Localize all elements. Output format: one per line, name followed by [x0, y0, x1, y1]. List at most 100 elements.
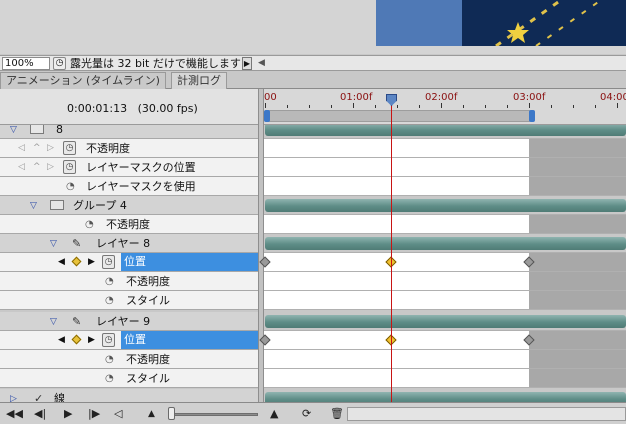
add-keyframe-icon[interactable]: ^ — [33, 161, 41, 174]
duration-bar[interactable] — [265, 392, 626, 402]
property-name: レイヤーマスクの位置 — [86, 161, 196, 174]
collapse-triangle-icon[interactable]: ▽ — [50, 316, 57, 328]
property-row[interactable]: ◔ レイヤーマスクを使用 — [0, 177, 626, 196]
layer-row[interactable]: ▽ ✎ レイヤー 8 — [0, 234, 626, 253]
status-menu-arrow-icon[interactable]: ▶ — [242, 57, 252, 70]
layer-track[interactable] — [264, 234, 626, 253]
zoom-field[interactable]: 100% — [2, 57, 50, 70]
stopwatch-icon[interactable]: ◔ — [105, 294, 117, 307]
stopwatch-icon[interactable]: ◔ — [85, 218, 97, 231]
time-ruler[interactable]: 00 01:00f 02:00f 03:00f 04:00 — [264, 89, 626, 125]
timeline-zoom-thumb[interactable] — [168, 407, 175, 420]
keyframe-toggle-icon[interactable] — [71, 256, 82, 267]
property-label-area: ◔ 不透明度 — [0, 215, 258, 234]
prev-keyframe-icon[interactable]: ◁ — [18, 161, 25, 174]
layer-name: 線 — [54, 392, 65, 402]
work-area-start-handle[interactable] — [264, 110, 270, 122]
collapse-triangle-icon[interactable]: ▽ — [10, 125, 17, 136]
property-label-area: ◔ スタイル — [0, 291, 258, 310]
property-track[interactable] — [264, 272, 626, 291]
work-area-bar[interactable] — [264, 110, 532, 122]
previous-frame-icon[interactable]: ◀| — [34, 407, 46, 421]
stopwatch-icon[interactable]: ◷ — [102, 333, 115, 347]
stopwatch-icon[interactable]: ◔ — [105, 275, 117, 288]
layer-row[interactable]: ▽ ✎ レイヤー 9 — [0, 312, 626, 331]
property-row[interactable]: ◔ 不透明度 — [0, 215, 626, 234]
ruler-tick — [529, 103, 530, 108]
property-row-selected[interactable]: ◀ ▶ ◷ 位置 — [0, 331, 626, 350]
property-row[interactable]: ◁ ^ ▷ ◷ レイヤーマスクの位置 — [0, 158, 626, 177]
first-frame-icon[interactable]: ◀◀ — [6, 407, 23, 421]
property-track[interactable] — [259, 253, 626, 272]
expand-triangle-icon[interactable]: ▷ — [10, 393, 17, 402]
next-keyframe-icon[interactable]: ▷ — [47, 161, 54, 174]
duration-bar[interactable] — [265, 199, 626, 212]
layer-row[interactable]: ▽ 8 — [0, 125, 626, 139]
stopwatch-icon[interactable]: ◷ — [63, 160, 76, 174]
property-track[interactable] — [264, 215, 626, 234]
property-row[interactable]: ◁ ^ ▷ ◷ 不透明度 — [0, 139, 626, 158]
property-row[interactable]: ◔ スタイル — [0, 291, 626, 310]
keyframe-toggle-icon[interactable] — [71, 334, 82, 345]
next-keyframe-icon[interactable]: ▶ — [88, 256, 95, 269]
brush-icon: ✎ — [72, 237, 82, 250]
property-label-area: ◁ ^ ▷ ◷ 不透明度 — [0, 139, 258, 158]
group-row[interactable]: ▽ グループ 4 — [0, 196, 626, 215]
prev-keyframe-icon[interactable]: ◁ — [18, 142, 25, 155]
duration-bar[interactable] — [265, 315, 626, 328]
prev-keyframe-icon[interactable]: ◀ — [58, 334, 65, 347]
play-icon[interactable]: ▶ — [64, 407, 72, 421]
property-track[interactable] — [259, 331, 626, 350]
current-time-indicator-line[interactable] — [391, 103, 392, 402]
stopwatch-icon[interactable]: ◔ — [105, 372, 117, 385]
canvas-art-graphic — [495, 0, 602, 46]
stopwatch-icon[interactable]: ◷ — [63, 141, 76, 155]
layer-row[interactable]: ▷ ✓ 線 — [0, 389, 626, 402]
scroll-left-icon[interactable]: ◀ — [258, 58, 265, 68]
work-area-end-handle[interactable] — [529, 110, 535, 122]
property-row-selected[interactable]: ◀ ▶ ◷ 位置 — [0, 253, 626, 272]
duration-bar[interactable] — [265, 237, 626, 250]
ruler-tick — [617, 103, 618, 108]
property-track[interactable] — [264, 369, 626, 388]
property-track[interactable] — [264, 291, 626, 310]
group-track[interactable] — [264, 196, 626, 215]
trash-icon[interactable]: 🗑 — [330, 407, 344, 421]
next-keyframe-icon[interactable]: ▷ — [47, 142, 54, 155]
add-keyframe-icon[interactable]: ^ — [33, 142, 41, 155]
prev-keyframe-icon[interactable]: ◀ — [58, 256, 65, 269]
property-track[interactable] — [264, 158, 626, 177]
collapse-triangle-icon[interactable]: ▽ — [50, 238, 57, 250]
property-label-area: ◔ 不透明度 — [0, 272, 258, 291]
current-time-display[interactable]: 0:00:01:13 (30.00 fps) — [67, 102, 198, 115]
zoom-in-icon[interactable]: ▲ — [270, 407, 278, 421]
layer-name: 8 — [56, 125, 63, 136]
property-row[interactable]: ◔ 不透明度 — [0, 350, 626, 369]
tab-measurement-log[interactable]: 計測ログ — [171, 72, 227, 89]
stopwatch-icon[interactable]: ◷ — [102, 255, 115, 269]
next-keyframe-icon[interactable]: ▶ — [88, 334, 95, 347]
collapse-triangle-icon[interactable]: ▽ — [30, 200, 37, 212]
property-row[interactable]: ◔ 不透明度 — [0, 272, 626, 291]
property-row[interactable]: ◔ スタイル — [0, 369, 626, 388]
property-track[interactable] — [264, 177, 626, 196]
layer-track[interactable] — [264, 389, 626, 402]
tab-animation-timeline[interactable]: アニメーション (タイムライン) — [0, 72, 166, 89]
zoom-out-icon[interactable]: ▲ — [148, 407, 155, 421]
timeline-zoom-slider[interactable] — [168, 413, 258, 416]
property-track[interactable] — [264, 139, 626, 158]
duration-bar[interactable] — [265, 125, 626, 136]
next-frame-icon[interactable]: |▶ — [88, 407, 100, 421]
ruler-tick — [287, 105, 288, 108]
audio-icon[interactable]: ◁ — [114, 407, 122, 421]
stopwatch-icon[interactable]: ◔ — [105, 353, 117, 366]
exposure-icon[interactable]: ◷ — [53, 57, 66, 70]
stopwatch-icon[interactable]: ◔ — [66, 180, 78, 193]
property-name: レイヤーマスクを使用 — [86, 180, 196, 193]
layer-name: レイヤー 9 — [96, 315, 151, 328]
timeline-horizontal-scrollbar[interactable] — [347, 407, 626, 421]
property-track[interactable] — [264, 350, 626, 369]
convert-to-frame-animation-icon[interactable]: ⟳ — [302, 407, 311, 421]
layer-track[interactable] — [264, 312, 626, 331]
layer-track[interactable] — [264, 125, 626, 139]
